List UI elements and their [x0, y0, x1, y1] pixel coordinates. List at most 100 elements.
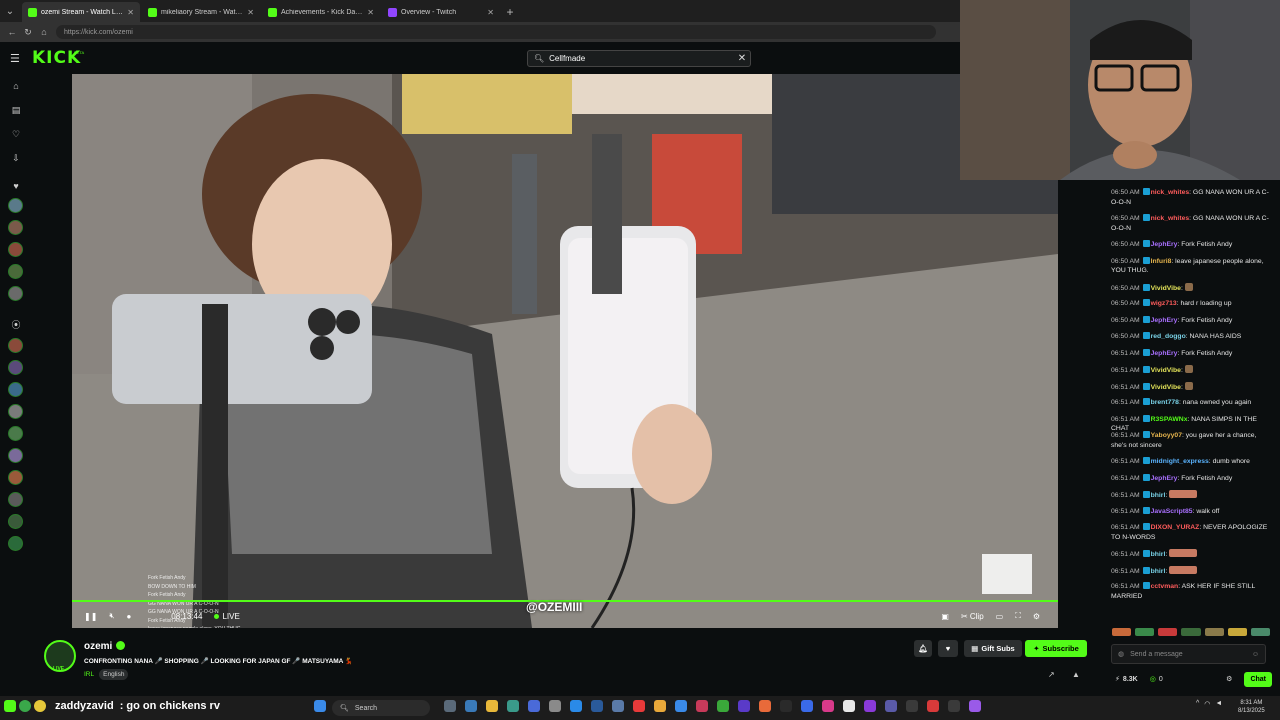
share-icon[interactable]: ↗	[1048, 670, 1055, 679]
chat-message-input[interactable]: ◍ Send a message ☺	[1111, 644, 1266, 664]
report-icon[interactable]: ▲	[1072, 670, 1080, 679]
emote-item[interactable]	[1227, 628, 1247, 636]
app-icon[interactable]	[591, 700, 603, 712]
emote-item[interactable]	[1135, 628, 1155, 636]
followed-channel-avatar[interactable]	[8, 198, 23, 213]
follow-heart-button[interactable]: ♥	[938, 640, 958, 657]
chat-username[interactable]: JephEry	[1151, 317, 1178, 324]
app-icon[interactable]	[801, 700, 813, 712]
home-nav-icon[interactable]: ⌂	[11, 81, 21, 91]
dashboard-nav-icon[interactable]: ⇩	[11, 153, 21, 163]
app-icon[interactable]	[864, 700, 876, 712]
speaker-icon[interactable]: ◄	[1215, 700, 1222, 708]
emote-picker-icon[interactable]: ☺	[1252, 651, 1259, 658]
channel-avatar[interactable]: LIVE	[44, 640, 76, 672]
app-icon[interactable]	[738, 700, 750, 712]
app-icon[interactable]	[696, 700, 708, 712]
browser-tab[interactable]: mikeliaory Stream - Watch Liv ✕	[142, 2, 260, 22]
theater-mode-icon[interactable]: ▭	[996, 612, 1004, 621]
chat-username[interactable]: DIXON_YURAZ	[1151, 524, 1200, 531]
volume-icon[interactable]: 🔇︎	[109, 611, 114, 621]
volume-slider[interactable]: ●	[126, 612, 131, 621]
emote-item[interactable]	[1112, 628, 1132, 636]
chat-username[interactable]: VividVibe	[1151, 367, 1181, 374]
chat-username[interactable]: JephEry	[1151, 241, 1178, 248]
emote-item[interactable]	[1181, 628, 1201, 636]
windows-start-icon[interactable]	[314, 700, 326, 712]
notifications-bell-icon[interactable]: 🔔︎	[914, 640, 932, 657]
app-icon[interactable]	[885, 700, 897, 712]
language-tag[interactable]: English	[99, 669, 129, 680]
xbox-icon[interactable]	[717, 700, 729, 712]
wifi-icon[interactable]: ◠	[1204, 700, 1210, 708]
taskbar-search[interactable]: 🔍︎ Search	[332, 700, 430, 716]
recommended-channel-avatar[interactable]	[8, 426, 23, 441]
mini-player-icon[interactable]: ▣	[941, 612, 949, 621]
chevron-up-icon[interactable]: ^	[1196, 700, 1199, 708]
taskbar-clock[interactable]: 8:31 AM 8/13/2025	[1238, 699, 1265, 715]
chat-username[interactable]: VividVibe	[1151, 285, 1181, 292]
chrome-icon[interactable]	[654, 700, 666, 712]
settings-icon[interactable]: ⚙	[1033, 612, 1040, 621]
followed-channel-avatar[interactable]	[8, 220, 23, 235]
chat-username[interactable]: Infuri8	[1151, 258, 1172, 265]
recommended-channel-avatar[interactable]	[8, 470, 23, 485]
pause-icon[interactable]: ❚❚	[84, 612, 97, 621]
obs-icon[interactable]	[780, 700, 792, 712]
channel-name[interactable]: ozemi	[84, 641, 112, 652]
start-button[interactable]	[314, 700, 326, 712]
chat-username[interactable]: JephEry	[1151, 475, 1178, 482]
widgets-icon[interactable]	[465, 700, 477, 712]
recommended-channel-avatar[interactable]	[8, 360, 23, 375]
chat-username[interactable]: bhirl	[1151, 568, 1166, 575]
tab-menu-icon[interactable]: ⌄	[0, 0, 20, 22]
task-view-icon[interactable]	[444, 700, 456, 712]
app-icon[interactable]	[843, 700, 855, 712]
chat-username[interactable]: midnight_express	[1151, 458, 1209, 465]
followed-channel-avatar[interactable]	[8, 242, 23, 257]
home-icon[interactable]: ⌂	[36, 24, 52, 40]
recommended-channel-avatar[interactable]	[8, 492, 23, 507]
chat-username[interactable]: bhirl	[1151, 492, 1166, 499]
chat-username[interactable]: JavaScript85	[1151, 508, 1193, 515]
search-input[interactable]: 🔍︎ Cellfmade ✕	[527, 50, 751, 67]
close-tab-icon[interactable]: ✕	[127, 8, 134, 17]
app-icon[interactable]	[906, 700, 918, 712]
chat-username[interactable]: Yaboyy07	[1151, 432, 1182, 439]
emote-item[interactable]	[1158, 628, 1178, 636]
app-icon[interactable]	[927, 700, 939, 712]
steam-icon[interactable]	[612, 700, 624, 712]
chat-username[interactable]: cctvman	[1151, 583, 1179, 590]
app-icon[interactable]	[633, 700, 645, 712]
category-link[interactable]: IRL	[84, 669, 94, 680]
menu-icon[interactable]: ☰	[10, 52, 20, 65]
gift-subs-button[interactable]: ▦ Gift Subs	[964, 640, 1022, 657]
back-icon[interactable]: ←	[4, 24, 20, 40]
fullscreen-icon[interactable]: ⛶	[1015, 611, 1021, 621]
app-icon[interactable]	[675, 700, 687, 712]
close-tab-icon[interactable]: ✕	[487, 8, 494, 17]
recommended-channel-avatar[interactable]	[8, 536, 23, 551]
chat-username[interactable]: JephEry	[1151, 350, 1178, 357]
subscribe-button[interactable]: ✦ Subscribe	[1025, 640, 1087, 657]
chat-username[interactable]: nick_whites	[1151, 215, 1190, 222]
close-tab-icon[interactable]: ✕	[367, 8, 374, 17]
app-icon[interactable]	[759, 700, 771, 712]
browser-tab[interactable]: Overview - Twitch ✕	[382, 2, 500, 22]
chat-username[interactable]: brent778	[1151, 399, 1179, 406]
recommended-channel-avatar[interactable]	[8, 448, 23, 463]
store-icon[interactable]	[528, 700, 540, 712]
chat-username[interactable]: nick_whites	[1151, 189, 1190, 196]
chat-settings-icon[interactable]: ⚙	[1226, 675, 1232, 683]
chat-username[interactable]: wigz713	[1151, 300, 1177, 307]
app-icon[interactable]	[822, 700, 834, 712]
browser-tab[interactable]: Achievements - Kick Dashboard ✕	[262, 2, 380, 22]
app-icon[interactable]	[948, 700, 960, 712]
followed-channel-avatar[interactable]	[8, 264, 23, 279]
emote-item[interactable]	[1204, 628, 1224, 636]
new-tab-button[interactable]: +	[500, 2, 520, 22]
recommended-channel-avatar[interactable]	[8, 338, 23, 353]
emote-item[interactable]	[1250, 628, 1270, 636]
url-field[interactable]: https://kick.com/ozemi	[56, 25, 936, 39]
browse-nav-icon[interactable]: ▤	[11, 105, 21, 115]
